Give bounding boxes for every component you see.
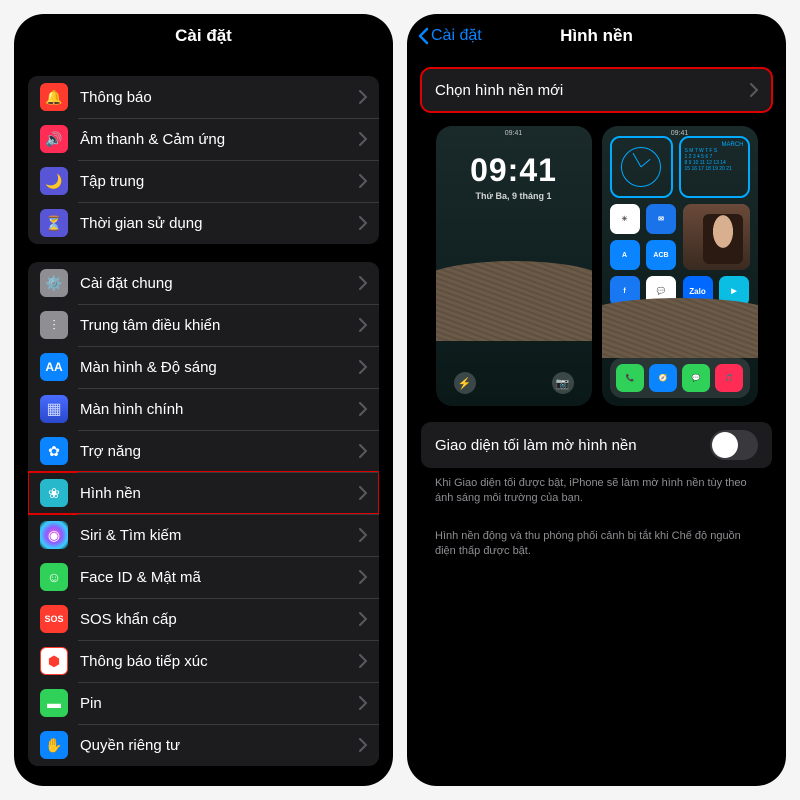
- nav-bar: Cài đặt Hình nền: [407, 14, 786, 58]
- flashlight-icon: ⚡: [454, 372, 476, 394]
- row-label: Face ID & Mật mã: [80, 569, 359, 586]
- exposure-icon: ⬢: [40, 647, 68, 675]
- home-screen-preview[interactable]: 09:41 MARCHS M T W T F S1 2 3 4 5 6 78 9…: [602, 126, 758, 406]
- dark-dim-toggle-row[interactable]: Giao diện tối làm mờ hình nền: [421, 422, 772, 468]
- settings-row-exposure[interactable]: ⬢ Thông báo tiếp xúc: [28, 640, 379, 682]
- wallpaper-previews: 09:41 09:41 Thứ Ba, 9 tháng 1 ⚡ 📷 09:41 …: [421, 126, 772, 406]
- music-icon: 🎵: [715, 364, 743, 392]
- settings-row-privacy[interactable]: ✋ Quyền riêng tư: [28, 724, 379, 766]
- nav-bar: Cài đặt: [14, 14, 393, 58]
- settings-row-access[interactable]: ✿ Trợ năng: [28, 430, 379, 472]
- privacy-icon: ✋: [40, 731, 68, 759]
- row-label: Âm thanh & Cảm ứng: [80, 131, 359, 148]
- home-dock: 📞 🧭 💬 🎵: [610, 358, 750, 398]
- wallpaper-screen: Cài đặt Hình nền Chọn hình nền mới 09:41…: [407, 14, 786, 786]
- row-label: Pin: [80, 695, 359, 712]
- app-icon: ✉: [646, 204, 676, 234]
- screentime-icon: ⏳: [40, 209, 68, 237]
- lock-clock: 09:41: [436, 152, 592, 189]
- settings-row-control[interactable]: ⫶ Trung tâm điều khiển: [28, 304, 379, 346]
- wallpaper-content: Chọn hình nền mới 09:41 09:41 Thứ Ba, 9 …: [407, 58, 786, 786]
- settings-row-sos[interactable]: SOS SOS khẩn cấp: [28, 598, 379, 640]
- settings-row-home[interactable]: ▦ Màn hình chính: [28, 388, 379, 430]
- app-icon: ☀: [610, 204, 640, 234]
- general-icon: ⚙️: [40, 269, 68, 297]
- siri-icon: ◉: [40, 521, 68, 549]
- safari-icon: 🧭: [649, 364, 677, 392]
- app-icon: A: [610, 240, 640, 270]
- row-label: Cài đặt chung: [80, 275, 359, 292]
- settings-row-general[interactable]: ⚙️ Cài đặt chung: [28, 262, 379, 304]
- lock-date: Thứ Ba, 9 tháng 1: [436, 191, 592, 201]
- choose-new-wallpaper-row[interactable]: Chọn hình nền mới: [421, 68, 772, 112]
- settings-row-screentime[interactable]: ⏳ Thời gian sử dụng: [28, 202, 379, 244]
- status-time: 09:41: [436, 130, 592, 137]
- row-label: Quyền riêng tư: [80, 737, 359, 754]
- camera-icon: 📷: [552, 372, 574, 394]
- row-label: SOS khẩn cấp: [80, 611, 359, 628]
- app-icon: ACB: [646, 240, 676, 270]
- lock-bottom-row: ⚡ 📷: [436, 372, 592, 394]
- settings-row-focus[interactable]: 🌙 Tập trung: [28, 160, 379, 202]
- dim-label: Giao diện tối làm mờ hình nền: [435, 437, 710, 454]
- settings-screen: Cài đặt 🔔 Thông báo 🔊 Âm thanh & Cảm ứng 🌙 Tậ…: [14, 14, 393, 786]
- back-button[interactable]: Cài đặt: [417, 27, 482, 45]
- settings-row-battery[interactable]: ▬ Pin: [28, 682, 379, 724]
- live-description: Hình nền động và thu phóng phối cảnh bị …: [421, 521, 772, 560]
- calendar-widget: MARCHS M T W T F S1 2 3 4 5 6 78 9 10 11…: [679, 136, 750, 198]
- row-label: Siri & Tìm kiếm: [80, 527, 359, 544]
- row-label: Trợ năng: [80, 443, 359, 460]
- photo-widget: [683, 204, 750, 270]
- choose-label: Chọn hình nền mới: [435, 82, 750, 99]
- home-icon: ▦: [40, 395, 68, 423]
- focus-icon: 🌙: [40, 167, 68, 195]
- row-label: Màn hình & Độ sáng: [80, 359, 359, 376]
- access-icon: ✿: [40, 437, 68, 465]
- row-label: Hình nền: [80, 485, 359, 502]
- bell-icon: 🔔: [40, 83, 68, 111]
- row-label: Thông báo: [80, 89, 359, 106]
- settings-row-sound[interactable]: 🔊 Âm thanh & Cảm ứng: [28, 118, 379, 160]
- home-widgets: MARCHS M T W T F S1 2 3 4 5 6 78 9 10 11…: [610, 136, 750, 198]
- display-icon: AA: [40, 353, 68, 381]
- row-label: Màn hình chính: [80, 401, 359, 418]
- page-title: Hình nền: [560, 26, 633, 46]
- faceid-icon: ☺: [40, 563, 68, 591]
- row-label: Trung tâm điều khiển: [80, 317, 359, 334]
- lock-screen-preview[interactable]: 09:41 09:41 Thứ Ba, 9 tháng 1 ⚡ 📷: [436, 126, 592, 406]
- settings-row-siri[interactable]: ◉ Siri & Tìm kiếm: [28, 514, 379, 556]
- chevron-right-icon: [750, 83, 758, 97]
- lock-clock-area: 09:41 Thứ Ba, 9 tháng 1: [436, 152, 592, 201]
- messages-icon: 💬: [682, 364, 710, 392]
- dim-description: Khi Giao diện tối được bật, iPhone sẽ là…: [421, 468, 772, 507]
- phone-icon: 📞: [616, 364, 644, 392]
- settings-row-display[interactable]: AA Màn hình & Độ sáng: [28, 346, 379, 388]
- chevron-left-icon: [417, 27, 429, 45]
- control-icon: ⫶: [40, 311, 68, 339]
- clock-widget: [610, 136, 673, 198]
- toggle-switch[interactable]: [710, 430, 758, 460]
- sos-icon: SOS: [40, 605, 68, 633]
- row-label: Thời gian sử dụng: [80, 215, 359, 232]
- settings-row-bell[interactable]: 🔔 Thông báo: [28, 76, 379, 118]
- wallpaper-icon: ❀: [40, 479, 68, 507]
- row-label: Thông báo tiếp xúc: [80, 653, 359, 670]
- wallpaper-log-graphic: [436, 261, 592, 341]
- settings-row-wallpaper[interactable]: ❀ Hình nền: [28, 472, 379, 514]
- settings-row-faceid[interactable]: ☺ Face ID & Mật mã: [28, 556, 379, 598]
- row-label: Tập trung: [80, 173, 359, 190]
- wallpaper-log-graphic: [602, 298, 758, 358]
- settings-group-1: 🔔 Thông báo 🔊 Âm thanh & Cảm ứng 🌙 Tập trung ⏳…: [28, 76, 379, 244]
- settings-group-2: ⚙️ Cài đặt chung ⫶ Trung tâm điều khiển AA Mà…: [28, 262, 379, 766]
- sound-icon: 🔊: [40, 125, 68, 153]
- back-label: Cài đặt: [431, 27, 482, 45]
- page-title: Cài đặt: [175, 26, 232, 46]
- settings-content: 🔔 Thông báo 🔊 Âm thanh & Cảm ứng 🌙 Tập trung ⏳…: [14, 58, 393, 786]
- battery-icon: ▬: [40, 689, 68, 717]
